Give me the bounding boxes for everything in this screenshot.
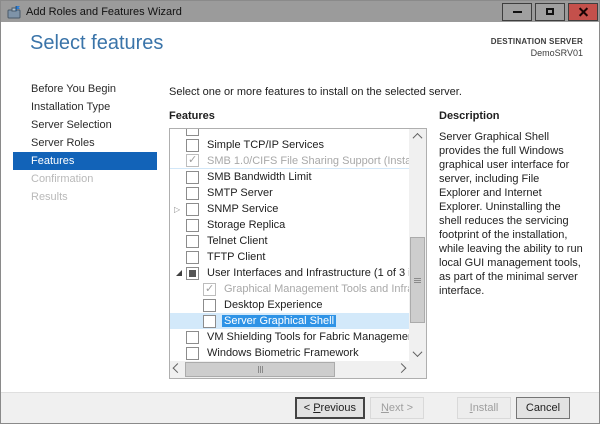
close-icon bbox=[579, 7, 588, 16]
features-list: Simple TCP/IP Services SMB 1.0/CIFS File … bbox=[169, 128, 427, 379]
sidebar-item-installation-type[interactable]: Installation Type bbox=[1, 98, 157, 116]
feature-row[interactable]: Telnet Client bbox=[170, 233, 409, 249]
description-text: Server Graphical Shell provides the full… bbox=[439, 131, 583, 297]
checkbox-unchecked[interactable] bbox=[186, 202, 199, 216]
expander-expanded-icon[interactable] bbox=[174, 267, 186, 279]
feature-row[interactable]: Desktop Experience bbox=[170, 297, 409, 313]
feature-row[interactable]: Windows Biometric Framework bbox=[170, 345, 409, 361]
minimize-button[interactable] bbox=[502, 2, 532, 21]
feature-row[interactable]: Server Graphical Shell bbox=[170, 313, 409, 329]
feature-row[interactable]: SNMP Service bbox=[170, 201, 409, 217]
destination-server-label: DESTINATION SERVER bbox=[490, 37, 583, 46]
main-pane: Select one or more features to install o… bbox=[169, 82, 583, 379]
sidebar-item-results: Results bbox=[31, 191, 68, 203]
feature-label: Server Graphical Shell bbox=[222, 315, 337, 327]
feature-label: Graphical Management Tools and Infrastru… bbox=[224, 283, 409, 295]
feature-label: SMB Bandwidth Limit bbox=[207, 171, 312, 183]
titlebar[interactable]: Add Roles and Features Wizard bbox=[1, 1, 599, 22]
scroll-right-button[interactable] bbox=[394, 361, 409, 378]
description-panel: Description Server Graphical Shell provi… bbox=[439, 110, 583, 379]
feature-row[interactable]: User Interfaces and Infrastructure (1 of… bbox=[170, 265, 409, 281]
feature-label: Windows Biometric Framework bbox=[207, 347, 359, 359]
minimize-icon bbox=[512, 10, 522, 13]
feature-label: SMB 1.0/CIFS File Sharing Support (Insta… bbox=[207, 154, 409, 167]
checkbox-unchecked[interactable] bbox=[186, 330, 199, 344]
checkbox-unchecked[interactable] bbox=[203, 298, 216, 312]
expander-collapsed-icon[interactable] bbox=[174, 203, 186, 215]
feature-row[interactable]: Graphical Management Tools and Infrastru… bbox=[170, 281, 409, 297]
sidebar-item-features[interactable]: Features bbox=[13, 152, 157, 170]
feature-row[interactable]: Simple TCP/IP Services bbox=[170, 137, 409, 153]
chevron-up-icon bbox=[412, 132, 423, 143]
page-title: Select features bbox=[30, 32, 164, 54]
scrollbar-corner bbox=[409, 361, 426, 378]
feature-row[interactable]: TFTP Client bbox=[170, 249, 409, 265]
window-title: Add Roles and Features Wizard bbox=[26, 5, 182, 18]
description-label: Description bbox=[439, 110, 500, 122]
scroll-left-button[interactable] bbox=[170, 361, 185, 378]
wizard-app-icon bbox=[7, 5, 21, 19]
cancel-button[interactable]: Cancel bbox=[516, 397, 570, 419]
feature-row[interactable]: SMTP Server bbox=[170, 185, 409, 201]
features-list-label: Features bbox=[169, 110, 215, 122]
chevron-left-icon bbox=[172, 363, 183, 374]
checkbox-indeterminate[interactable] bbox=[186, 266, 199, 280]
feature-label: Desktop Experience bbox=[224, 299, 323, 311]
close-button[interactable] bbox=[568, 2, 598, 21]
feature-row[interactable]: Storage Replica bbox=[170, 217, 409, 233]
checkbox-unchecked[interactable] bbox=[186, 138, 199, 152]
feature-label: User Interfaces and Infrastructure (1 of… bbox=[207, 267, 409, 279]
feature-row[interactable]: SMB 1.0/CIFS File Sharing Support (Insta… bbox=[170, 153, 409, 169]
sidebar-item-before-you-begin[interactable]: Before You Begin bbox=[1, 80, 157, 98]
wizard-steps: Before You Begin Installation Type Server … bbox=[1, 80, 157, 206]
destination-server-name: DemoSRV01 bbox=[530, 48, 583, 58]
feature-label: SNMP Service bbox=[207, 203, 279, 215]
checkbox-unchecked[interactable] bbox=[186, 170, 199, 184]
feature-label: SMTP Server bbox=[207, 187, 273, 199]
checkbox-unchecked[interactable] bbox=[186, 346, 199, 360]
feature-row[interactable]: VM Shielding Tools for Fabric Management bbox=[170, 329, 409, 345]
feature-label: Storage Replica bbox=[207, 219, 286, 231]
maximize-icon bbox=[546, 8, 554, 15]
sidebar-item-server-roles[interactable]: Server Roles bbox=[1, 134, 157, 152]
wizard-content: Select features DESTINATION SERVER DemoS… bbox=[1, 22, 599, 392]
scroll-up-button[interactable] bbox=[409, 129, 426, 144]
feature-label: Telnet Client bbox=[207, 235, 268, 247]
features-column: Features Simple TCP/IP Services SMB 1.0/C… bbox=[169, 110, 427, 379]
sidebar-item-server-selection[interactable]: Server Selection bbox=[1, 116, 157, 134]
instruction-text: Select one or more features to install o… bbox=[169, 86, 462, 98]
sidebar-item-confirmation: Confirmation bbox=[31, 173, 94, 185]
checkbox-checked[interactable] bbox=[186, 154, 199, 167]
footer-buttons: < Previous Next > Install Cancel bbox=[1, 392, 599, 423]
horizontal-scrollbar-thumb[interactable] bbox=[185, 362, 335, 377]
checkbox-checked[interactable] bbox=[203, 282, 216, 296]
chevron-down-icon bbox=[412, 347, 423, 358]
vertical-scrollbar[interactable] bbox=[409, 129, 426, 361]
feature-label: TFTP Client bbox=[207, 251, 266, 263]
feature-label: Simple TCP/IP Services bbox=[207, 139, 324, 151]
scroll-down-button[interactable] bbox=[409, 346, 426, 361]
destination-server-block: DESTINATION SERVER DemoSRV01 bbox=[491, 37, 583, 58]
checkbox-unchecked[interactable] bbox=[186, 234, 199, 248]
checkbox-unchecked[interactable] bbox=[186, 129, 199, 136]
horizontal-scrollbar[interactable] bbox=[170, 361, 409, 378]
checkbox-unchecked[interactable] bbox=[186, 218, 199, 232]
wizard-window: Add Roles and Features Wizard Select fea… bbox=[0, 0, 600, 424]
checkbox-unchecked[interactable] bbox=[186, 250, 199, 264]
checkbox-unchecked[interactable] bbox=[186, 186, 199, 200]
checkbox-unchecked[interactable] bbox=[203, 314, 216, 328]
vertical-scrollbar-thumb[interactable] bbox=[410, 237, 425, 323]
next-button: Next > bbox=[370, 397, 424, 419]
chevron-right-icon bbox=[396, 363, 407, 374]
maximize-button[interactable] bbox=[535, 2, 565, 21]
feature-row[interactable] bbox=[170, 129, 409, 137]
install-button: Install bbox=[457, 397, 511, 419]
feature-row[interactable]: SMB Bandwidth Limit bbox=[170, 169, 409, 185]
feature-label: VM Shielding Tools for Fabric Management bbox=[207, 331, 409, 343]
previous-button[interactable]: < Previous bbox=[294, 397, 365, 419]
window-controls bbox=[499, 2, 598, 21]
